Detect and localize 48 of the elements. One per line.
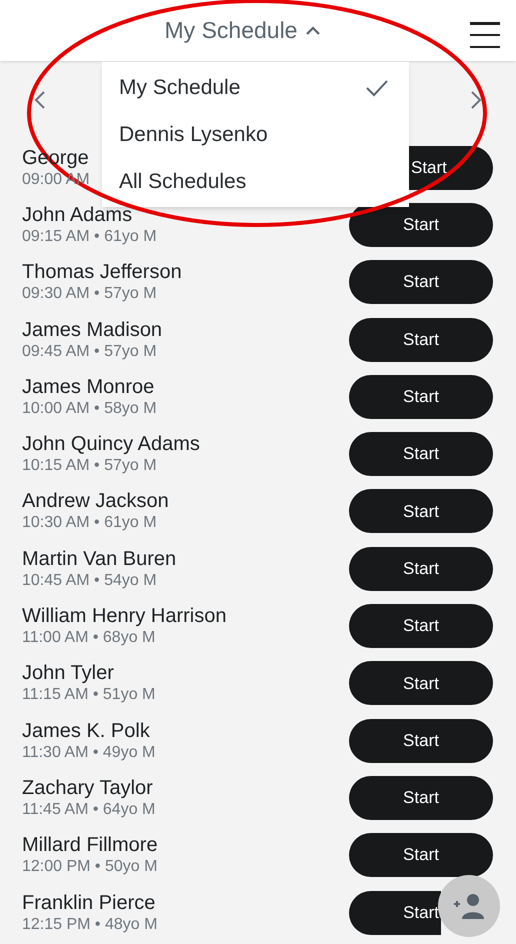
start-button[interactable]: Start <box>349 202 493 247</box>
start-button[interactable]: Start <box>349 661 493 706</box>
patient-name: Millard Fillmore <box>22 834 158 858</box>
appointment-detail: 10:15 AM • 57yo M <box>22 456 157 476</box>
appointment-detail: 11:45 AM • 64yo M <box>22 800 156 819</box>
start-button[interactable]: Start <box>349 546 493 591</box>
appointment-detail: 09:15 AM • 61yo M <box>22 226 157 246</box>
patient-name: Thomas Jefferson <box>22 261 182 284</box>
appointment-detail: 12:15 PM • 48yo M <box>22 914 158 934</box>
patient-name: Zachary Taylor <box>22 776 153 800</box>
appointment-detail: 10:00 AM • 58yo M <box>22 398 157 418</box>
menu-item[interactable]: My Schedule <box>119 72 240 104</box>
patient-name: James Madison <box>22 318 162 342</box>
patient-name: William Henry Harrison <box>22 605 226 628</box>
patient-name: John Adams <box>22 204 132 227</box>
appointment-detail: 11:15 AM • 51yo M <box>22 685 156 704</box>
start-button[interactable]: Start <box>349 318 493 362</box>
add-patient-floating-button[interactable] <box>438 875 500 937</box>
patient-name: John Quincy Adams <box>22 433 200 456</box>
start-button[interactable]: Start <box>349 890 441 934</box>
patient-name: Andrew Jackson <box>22 490 169 514</box>
menu-icon[interactable] <box>470 22 500 48</box>
appointment-detail: 09:45 AM • 57yo M <box>22 342 157 361</box>
appointment-detail: 09:30 AM • 57yo M <box>22 284 157 304</box>
patient-name: Martin Van Buren <box>22 548 176 571</box>
appointment-detail: 11:30 AM • 49yo M <box>22 742 156 762</box>
start-button[interactable]: Start <box>349 489 493 534</box>
schedule-selector[interactable]: My Schedule <box>164 13 322 48</box>
patient-name: James K. Polk <box>22 720 150 743</box>
add-person-icon <box>452 893 486 919</box>
appointment-detail: 11:00 AM • 68yo M <box>22 628 156 648</box>
start-button[interactable]: Start <box>349 718 493 763</box>
menu-item[interactable]: All Schedules <box>119 166 246 198</box>
patient-name: John Tyler <box>22 662 114 686</box>
start-button[interactable]: Start <box>349 432 493 476</box>
caret-icon <box>305 26 322 36</box>
start-button[interactable]: Start <box>349 776 493 820</box>
start-button[interactable]: Start <box>409 146 493 190</box>
start-button[interactable]: Start <box>349 604 493 648</box>
appointment-detail: 12:00 PM • 50yo M <box>22 857 158 876</box>
appointment-detail: 10:30 AM • 61yo M <box>22 513 157 532</box>
patient-name: Franklin Pierce <box>22 892 156 914</box>
start-button[interactable]: Start <box>349 374 493 419</box>
appointment-detail: 10:45 AM • 54yo M <box>22 570 157 590</box>
menu-item[interactable]: Dennis Lysenko <box>119 118 268 150</box>
start-button[interactable]: Start <box>349 260 493 304</box>
start-button[interactable]: Start <box>349 833 493 878</box>
patient-name: James Monroe <box>22 376 154 399</box>
